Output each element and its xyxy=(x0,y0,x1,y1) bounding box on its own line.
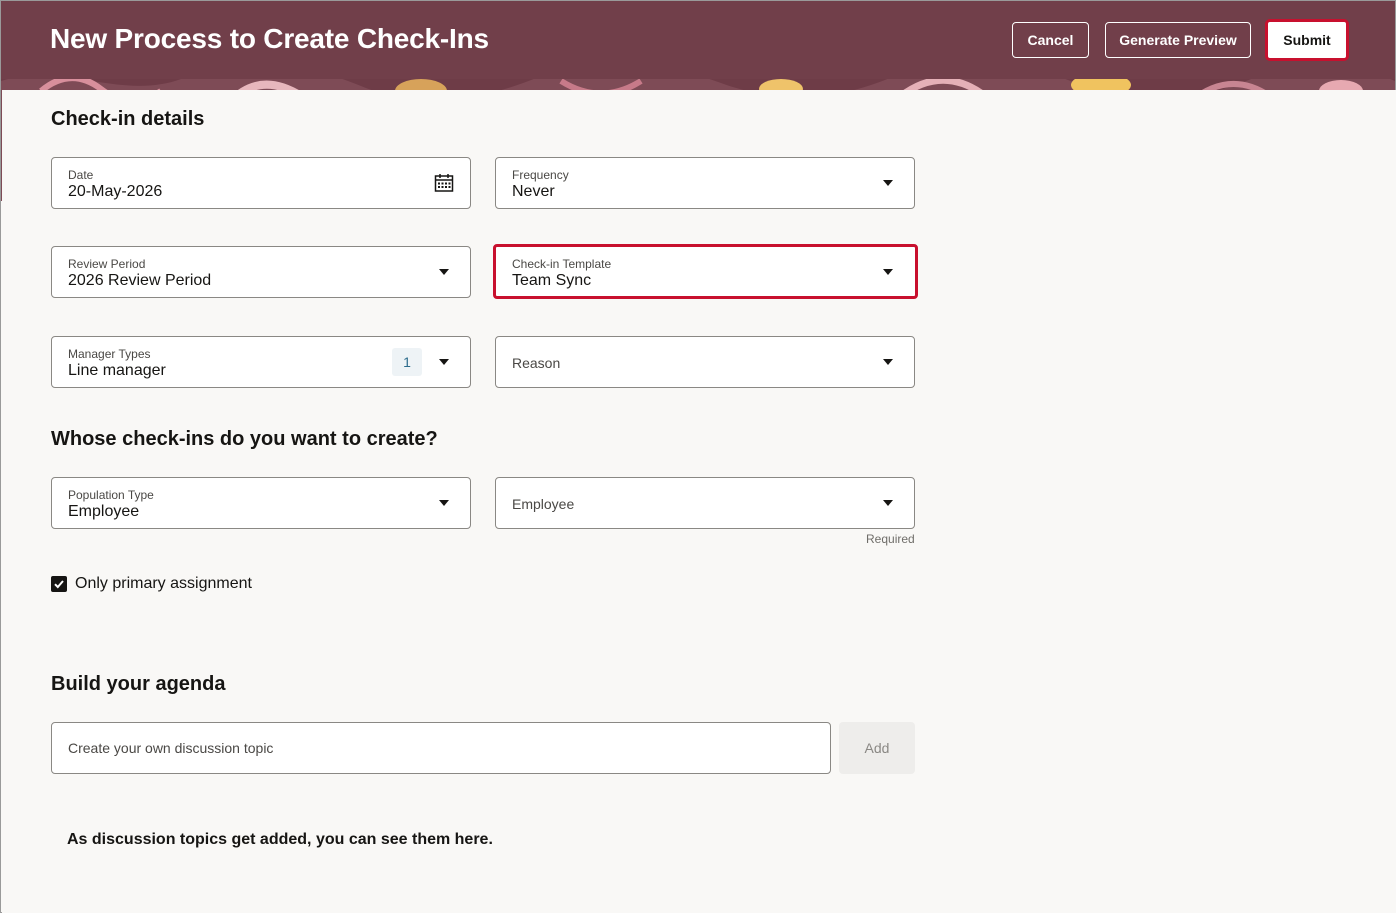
checkin-template-value: Team Sync xyxy=(512,272,592,289)
selection-count-badge: 1 xyxy=(392,348,422,376)
date-label: Date xyxy=(68,168,94,182)
chevron-down-icon[interactable] xyxy=(439,500,449,506)
section-title-whose-checkins: Whose check-ins do you want to create? xyxy=(51,428,438,450)
frequency-value: Never xyxy=(512,183,555,200)
add-topic-button[interactable]: Add xyxy=(839,722,915,774)
checkin-template-select[interactable]: Check-in Template Team Sync xyxy=(493,244,918,299)
chevron-down-icon[interactable] xyxy=(883,500,893,506)
population-type-select[interactable]: Population Type Employee xyxy=(51,477,471,529)
submit-button[interactable]: Submit xyxy=(1265,19,1349,61)
review-period-value: 2026 Review Period xyxy=(68,272,212,289)
reason-placeholder: Reason xyxy=(512,355,561,371)
frequency-label: Frequency xyxy=(512,168,569,182)
calendar-icon[interactable] xyxy=(434,173,454,193)
chevron-down-icon[interactable] xyxy=(883,180,893,186)
employee-placeholder: Employee xyxy=(512,496,575,512)
discussion-topic-input[interactable] xyxy=(51,722,831,774)
generate-preview-button[interactable]: Generate Preview xyxy=(1105,22,1251,58)
primary-assignment-checkbox[interactable] xyxy=(51,576,67,592)
population-type-value: Employee xyxy=(68,503,140,520)
chevron-down-icon[interactable] xyxy=(439,269,449,275)
primary-assignment-label[interactable]: Only primary assignment xyxy=(75,575,252,593)
manager-types-select[interactable]: Manager Types Line manager 1 xyxy=(51,336,471,388)
checkin-template-label: Check-in Template xyxy=(512,257,612,271)
employee-select[interactable]: Employee xyxy=(495,477,915,529)
chevron-down-icon[interactable] xyxy=(883,269,893,275)
checkmark-icon xyxy=(54,580,64,589)
employee-required-hint: Required xyxy=(866,532,915,546)
population-type-label: Population Type xyxy=(68,488,154,502)
header-bar: New Process to Create Check-Ins Cancel G… xyxy=(1,1,1395,79)
review-period-select[interactable]: Review Period 2026 Review Period xyxy=(51,246,471,298)
section-title-build-agenda: Build your agenda xyxy=(51,673,226,695)
chevron-down-icon[interactable] xyxy=(883,359,893,365)
page-title: New Process to Create Check-Ins xyxy=(50,23,489,54)
date-value: 20-May-2026 xyxy=(68,183,163,200)
empty-topics-message: As discussion topics get added, you can … xyxy=(67,831,493,848)
chevron-down-icon[interactable] xyxy=(439,359,449,365)
reason-select[interactable]: Reason xyxy=(495,336,915,388)
manager-types-label: Manager Types xyxy=(68,347,151,361)
date-field[interactable]: Date 20-May-2026 xyxy=(51,157,471,209)
cancel-button[interactable]: Cancel xyxy=(1012,22,1089,58)
manager-types-value: Line manager xyxy=(68,362,166,379)
section-title-checkin-details: Check-in details xyxy=(51,108,205,130)
review-period-label: Review Period xyxy=(68,257,146,271)
frequency-select[interactable]: Frequency Never xyxy=(495,157,915,209)
